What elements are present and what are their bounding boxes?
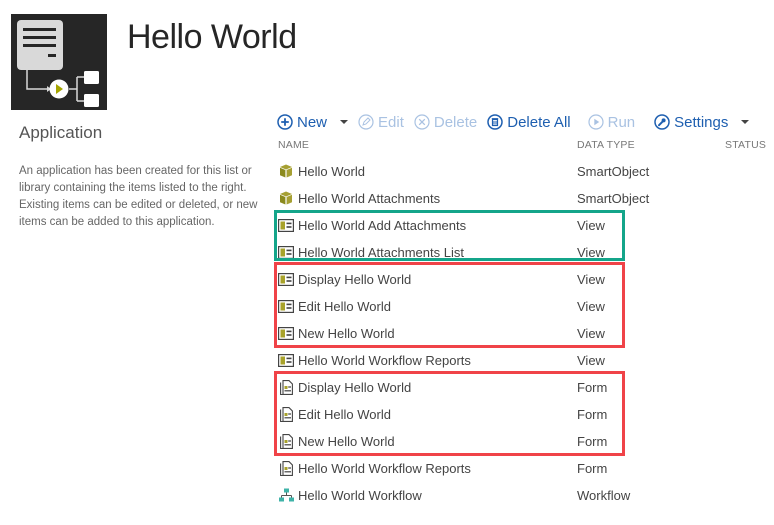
sidebar-description: An application has been created for this… [19, 165, 258, 228]
view-icon [278, 218, 294, 232]
run-button-label: Run [607, 113, 636, 131]
item-name: Hello World [298, 163, 365, 179]
app-logo [11, 14, 107, 110]
app-title: Hello World [127, 18, 297, 56]
new-dropdown-caret-icon[interactable] [340, 120, 349, 124]
edit-pencil-icon [358, 114, 374, 130]
item-data-type: View [577, 217, 605, 233]
delete-all-button-label: Delete All [507, 113, 571, 131]
item-data-type: View [577, 352, 605, 368]
delete-all-button[interactable]: Delete All [487, 113, 571, 131]
wrench-icon [654, 114, 670, 130]
list-item[interactable]: Hello World Attachments SmartObject [278, 187, 649, 209]
list-item[interactable]: Hello World SmartObject [278, 160, 649, 182]
smartobject-icon [278, 164, 294, 178]
new-button-label: New [297, 113, 328, 131]
list-item[interactable]: Hello World Workflow Reports Form [278, 457, 618, 479]
smartobject-icon [278, 191, 294, 205]
delete-button-label: Delete [433, 113, 478, 131]
item-data-type: SmartObject [577, 190, 650, 206]
list-item[interactable]: Hello World Workflow Reports View [278, 349, 618, 371]
item-name: Edit Hello World [298, 406, 391, 422]
item-data-type: Workflow [577, 487, 631, 503]
item-data-type: SmartObject [577, 163, 650, 179]
column-header-data-type[interactable]: DATA TYPE [577, 139, 635, 151]
view-icon [278, 326, 294, 340]
list-item[interactable]: Hello World Workflow Workflow [278, 484, 630, 506]
item-name: Hello World Add Attachments [298, 217, 467, 233]
settings-button[interactable]: Settings [654, 114, 728, 131]
delete-button[interactable]: Delete [414, 114, 477, 131]
item-name: New Hello World [298, 325, 395, 341]
workflow-app-logo-icon [17, 20, 99, 107]
settings-button-label: Settings [674, 113, 729, 131]
column-header-name[interactable]: NAME [278, 139, 309, 151]
list-item[interactable]: Edit Hello World View [278, 295, 618, 317]
list-item[interactable]: New Hello World View [278, 322, 618, 344]
form-icon [278, 433, 294, 449]
item-data-type: Form [577, 460, 608, 476]
list-item[interactable]: Display Hello World Form [278, 376, 618, 398]
item-name: Hello World Attachments List [298, 244, 464, 260]
view-icon [278, 353, 294, 367]
item-data-type: View [577, 325, 605, 341]
list-item[interactable]: Hello World Attachments List View [278, 241, 618, 263]
delete-x-icon [414, 114, 430, 130]
item-data-type: Form [577, 406, 608, 422]
form-icon [278, 406, 294, 422]
item-data-type: Form [577, 433, 608, 449]
item-name: Hello World Attachments [298, 190, 441, 206]
item-name: Display Hello World [298, 271, 412, 287]
settings-dropdown-caret-icon[interactable] [741, 120, 750, 124]
view-icon [278, 299, 294, 313]
new-button[interactable]: New [277, 114, 327, 131]
item-name: Display Hello World [298, 379, 412, 395]
edit-button-label: Edit [378, 113, 404, 131]
play-circle-icon [588, 114, 604, 130]
form-icon [278, 460, 294, 476]
plus-circle-icon [277, 114, 293, 130]
list-item[interactable]: Edit Hello World Form [278, 403, 618, 425]
item-name: Edit Hello World [298, 298, 391, 314]
item-name: Hello World Workflow Reports [298, 352, 471, 368]
form-icon [278, 379, 294, 395]
edit-button[interactable]: Edit [358, 114, 404, 131]
list-item[interactable]: Hello World Add Attachments View [278, 214, 618, 236]
workflow-icon [278, 488, 294, 502]
list-item[interactable]: New Hello World Form [278, 430, 618, 452]
item-name: Hello World Workflow Reports [298, 460, 471, 476]
trash-icon [487, 114, 503, 130]
item-data-type: View [577, 244, 605, 260]
list-item[interactable]: Display Hello World View [278, 268, 618, 290]
column-header-status[interactable]: STATUS [725, 139, 766, 151]
item-data-type: Form [577, 379, 608, 395]
item-data-type: View [577, 298, 605, 314]
view-icon [278, 272, 294, 286]
toolbar: New Edit Delete Delete All Run Settings [277, 111, 750, 133]
sidebar-heading: Application [19, 123, 103, 142]
item-name: New Hello World [298, 433, 395, 449]
view-icon [278, 245, 294, 259]
run-button[interactable]: Run [588, 113, 636, 131]
item-name: Hello World Workflow [298, 487, 422, 503]
item-data-type: View [577, 271, 605, 287]
